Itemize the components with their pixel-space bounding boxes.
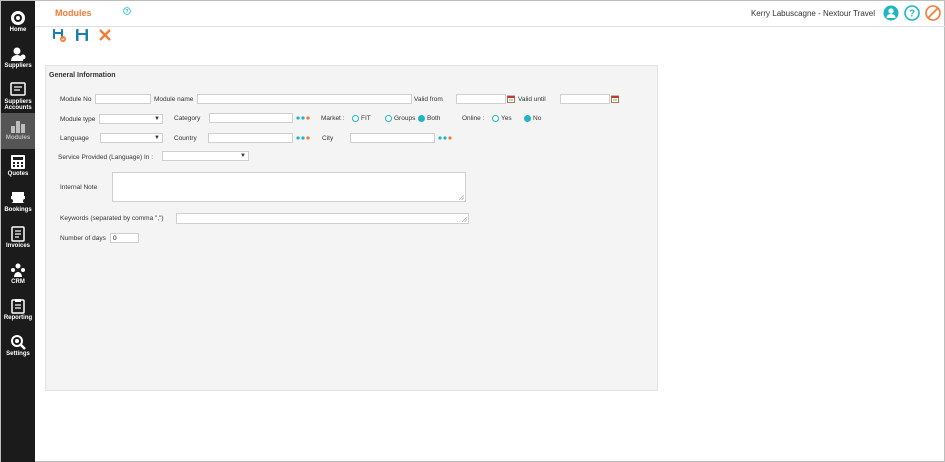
dropdown-arrow-icon: ▼ [154, 135, 160, 141]
module-type-select[interactable]: ▼ [99, 114, 163, 124]
sidebar-item-suppliers[interactable]: Suppliers [1, 41, 35, 77]
reporting-icon [11, 299, 25, 314]
service-language-select[interactable]: ▼ [162, 151, 249, 161]
valid-from-label: Valid from [414, 96, 443, 103]
market-fit-radio[interactable] [352, 115, 359, 122]
crm-icon [11, 263, 25, 277]
sidebar-item-label: Suppliers Accounts [4, 99, 32, 111]
valid-until-input[interactable] [560, 94, 610, 104]
online-no-label: No [533, 115, 542, 122]
sidebar: Home Suppliers Suppliers Accounts Module… [1, 1, 35, 462]
home-icon [11, 11, 25, 25]
page-title: Modules [55, 8, 92, 18]
language-select[interactable]: ▼ [100, 133, 163, 143]
sidebar-item-settings[interactable]: Settings [1, 329, 35, 365]
country-input[interactable] [208, 133, 293, 143]
sidebar-item-bookings[interactable]: Bookings [1, 185, 35, 221]
user-profile-icon[interactable] [883, 5, 899, 21]
sidebar-item-suppliers-accounts[interactable]: Suppliers Accounts [1, 77, 35, 113]
svg-text:?: ? [125, 9, 128, 15]
more-options-icon[interactable] [295, 135, 311, 141]
resize-handle-icon[interactable] [462, 217, 467, 222]
dropdown-arrow-icon: ▼ [154, 116, 160, 122]
internal-note-label: Internal Note [60, 184, 98, 191]
valid-from-input[interactable] [456, 94, 506, 104]
save-and-close-button[interactable] [52, 28, 66, 42]
module-type-label: Module type [60, 116, 96, 123]
market-groups-radio[interactable] [385, 115, 392, 122]
sidebar-item-label: Invoices [5, 243, 30, 249]
page-header: Modules ? Kerry Labuscagne - Nextour Tra… [35, 1, 945, 27]
sidebar-item-label: Suppliers [4, 63, 32, 69]
sidebar-item-quotes[interactable]: Quotes [1, 149, 35, 185]
logout-icon[interactable] [925, 5, 941, 21]
user-name: Kerry Labuscagne - Nextour Travel [750, 9, 875, 18]
online-yes-radio[interactable] [492, 115, 499, 122]
online-label: Online : [462, 115, 485, 122]
market-fit-label: FIT [361, 115, 371, 122]
number-of-days-label: Number of days [60, 235, 106, 242]
online-no-radio[interactable] [524, 115, 531, 122]
category-input[interactable] [209, 113, 293, 123]
more-options-icon[interactable] [295, 115, 311, 121]
market-label: Market : [321, 115, 345, 122]
category-label: Category [174, 115, 201, 122]
keywords-label: Keywords (separated by comma ",") [60, 215, 164, 222]
valid-until-label: Valid until [518, 96, 546, 103]
module-name-label: Module name [154, 96, 194, 103]
quotes-icon [11, 155, 25, 169]
sidebar-item-modules[interactable]: Modules [1, 113, 35, 149]
dropdown-arrow-icon: ▼ [240, 153, 246, 159]
calendar-icon[interactable] [611, 95, 619, 103]
market-both-label: Both [427, 115, 441, 122]
market-both-radio[interactable] [418, 115, 425, 122]
internal-note-textarea[interactable] [112, 172, 466, 202]
module-name-input[interactable] [197, 94, 412, 104]
sidebar-item-label: Reporting [3, 315, 33, 321]
suppliers-icon [11, 47, 26, 61]
general-information-panel: General Information Module No Module nam… [45, 65, 658, 391]
city-label: City [322, 135, 334, 142]
cancel-button[interactable] [98, 28, 112, 42]
more-options-icon[interactable] [437, 135, 453, 141]
keywords-textarea[interactable] [176, 213, 469, 224]
invoices-icon [11, 226, 25, 242]
sidebar-item-label: Home [9, 27, 27, 33]
market-groups-label: Groups [394, 115, 416, 122]
modules-icon [11, 121, 25, 133]
number-of-days-input[interactable] [110, 233, 139, 243]
sidebar-item-label: Bookings [4, 207, 32, 213]
sidebar-item-label: Settings [6, 351, 30, 357]
module-no-label: Module No [60, 96, 92, 103]
city-input[interactable] [350, 133, 435, 143]
supplier-accounts-icon [10, 82, 26, 96]
bookings-icon [11, 192, 25, 203]
help-icon[interactable]: ? [123, 7, 131, 15]
sidebar-item-invoices[interactable]: Invoices [1, 221, 35, 257]
settings-icon [11, 335, 26, 350]
svg-text:?: ? [909, 9, 915, 20]
help-circle-icon[interactable]: ? [904, 5, 920, 21]
sidebar-item-reporting[interactable]: Reporting [1, 293, 35, 329]
sidebar-item-label: Modules [5, 135, 31, 141]
app-window: Home Suppliers Suppliers Accounts Module… [0, 0, 945, 462]
sidebar-item-crm[interactable]: CRM [1, 257, 35, 293]
section-title: General Information [49, 72, 116, 79]
country-label: Country [174, 135, 197, 142]
service-language-label: Service Provided (Language) In : [58, 154, 154, 161]
language-label: Language [60, 135, 89, 142]
sidebar-item-label: Quotes [7, 171, 29, 177]
resize-handle-icon[interactable] [459, 195, 464, 200]
save-button[interactable] [75, 28, 89, 42]
online-yes-label: Yes [501, 115, 512, 122]
sidebar-item-label: CRM [11, 279, 25, 285]
module-no-input[interactable] [95, 94, 151, 104]
sidebar-item-home[interactable]: Home [1, 5, 35, 41]
calendar-icon[interactable] [507, 95, 515, 103]
